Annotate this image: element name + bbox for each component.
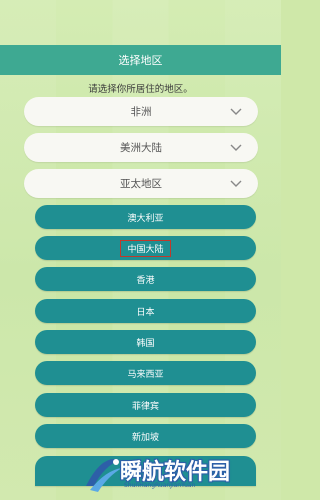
country-label: 香港	[136, 275, 155, 286]
region-label: 美洲大陆	[120, 142, 162, 154]
header-bar: 选择地区	[0, 45, 281, 75]
chevron-down-icon	[230, 105, 242, 117]
region-prompt: 请选择你所居住的地区。	[88, 84, 193, 95]
region-item-africa[interactable]: 非洲	[24, 97, 258, 126]
chevron-down-icon	[230, 141, 242, 153]
watermark: 瞬航软件园 ShunHangRuanJianYuan	[80, 452, 270, 496]
region-item-asia-pacific[interactable]: 亚太地区	[24, 169, 258, 198]
region-item-americas[interactable]: 美洲大陆	[24, 133, 258, 162]
chevron-down-icon	[230, 177, 242, 189]
country-label: 菲律宾	[131, 401, 159, 412]
country-button-japan[interactable]: 日本	[35, 299, 256, 323]
country-label: 澳大利亚	[127, 213, 164, 224]
country-button-hong-kong[interactable]: 香港	[35, 267, 256, 291]
country-button-philippines[interactable]: 菲律宾	[35, 393, 256, 417]
region-label: 非洲	[130, 106, 152, 118]
region-label: 亚太地区	[120, 178, 162, 190]
country-label: 新加坡	[131, 432, 159, 443]
country-button-korea[interactable]: 韩国	[35, 330, 256, 354]
country-label: 中国大陆	[120, 239, 171, 257]
country-button-mainland-china[interactable]: 中国大陆	[35, 236, 256, 260]
country-button-singapore[interactable]: 新加坡	[35, 424, 256, 448]
logo-icon	[80, 452, 124, 496]
country-label: 韩国	[136, 338, 155, 349]
country-label: 马来西亚	[127, 369, 164, 380]
country-button-malaysia[interactable]: 马来西亚	[35, 361, 256, 385]
country-button-australia[interactable]: 澳大利亚	[35, 205, 256, 229]
page-title: 选择地区	[118, 54, 163, 67]
watermark-subtitle: ShunHangRuanJianYuan	[124, 482, 196, 489]
country-label: 日本	[136, 307, 155, 318]
